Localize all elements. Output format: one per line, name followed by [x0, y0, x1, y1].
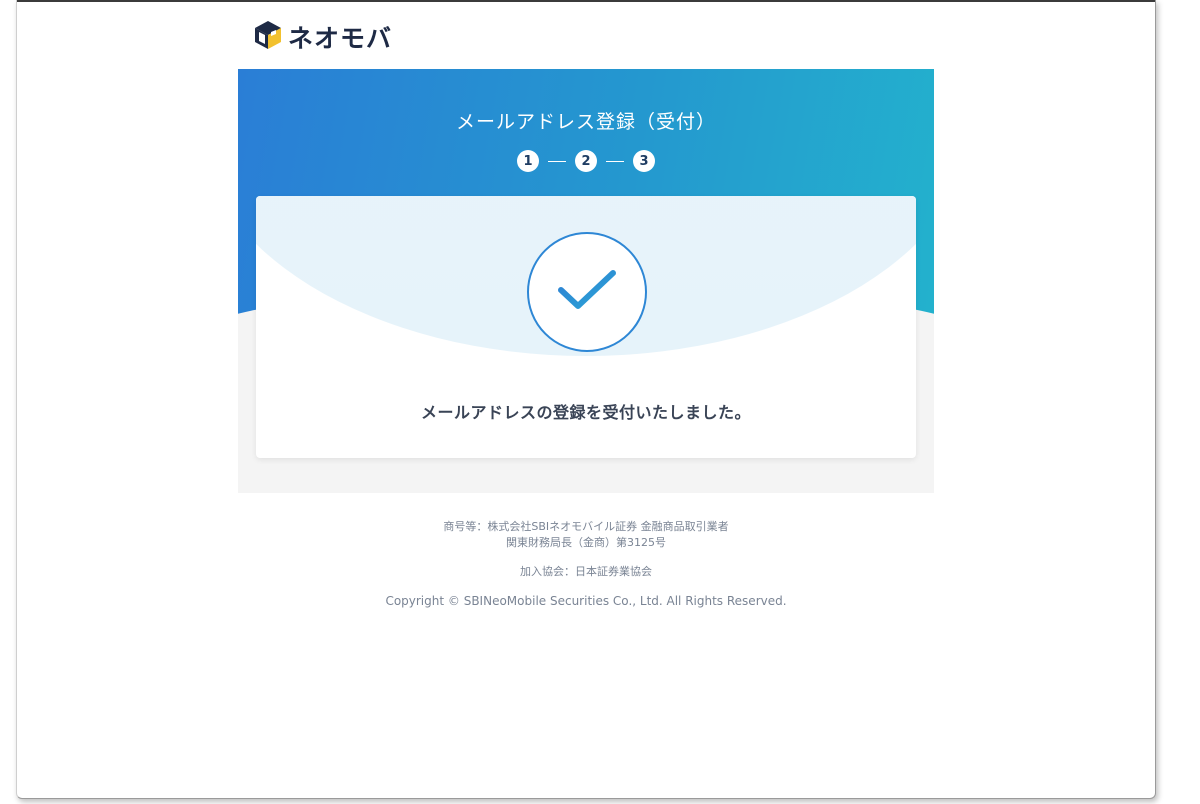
- confirmation-card: メールアドレスの登録を受付いたしました。: [256, 196, 916, 458]
- check-icon: [556, 268, 618, 316]
- footer-registration-line: 関東財務局長（金商）第3125号: [506, 536, 666, 549]
- step-2: 2: [575, 150, 597, 172]
- confirmation-message: メールアドレスの登録を受付いたしました。: [420, 403, 751, 422]
- browser-window: ネオモバ メールアドレス登録（受付） 1 2 3 メールアドレスの登録を受付いた…: [16, 0, 1156, 799]
- step-separator: [548, 160, 566, 162]
- site-logo[interactable]: ネオモバ: [254, 19, 392, 55]
- footer-copyright: Copyright © SBINeoMobile Securities Co.,…: [385, 594, 787, 608]
- footer-association: 加入協会：日本証券業協会: [520, 565, 652, 578]
- logo-wordmark: ネオモバ: [288, 24, 393, 53]
- page-title: メールアドレス登録（受付）: [455, 111, 716, 133]
- registration-panel: メールアドレス登録（受付） 1 2 3 メールアドレスの登録を受付いたしました。: [238, 69, 934, 493]
- footer-company-info: 商号等：株式会社SBIネオモバイル証券 金融商品取引業者 関東財務局長（金商）第…: [238, 519, 934, 551]
- check-circle: [527, 232, 647, 352]
- step-3: 3: [633, 150, 655, 172]
- neomoba-cube-icon: [254, 20, 282, 54]
- footer-company-line: 商号等：株式会社SBIネオモバイル証券 金融商品取引業者: [443, 520, 729, 533]
- step-1: 1: [517, 150, 539, 172]
- step-separator: [606, 160, 624, 162]
- step-indicator: 1 2 3: [238, 150, 934, 172]
